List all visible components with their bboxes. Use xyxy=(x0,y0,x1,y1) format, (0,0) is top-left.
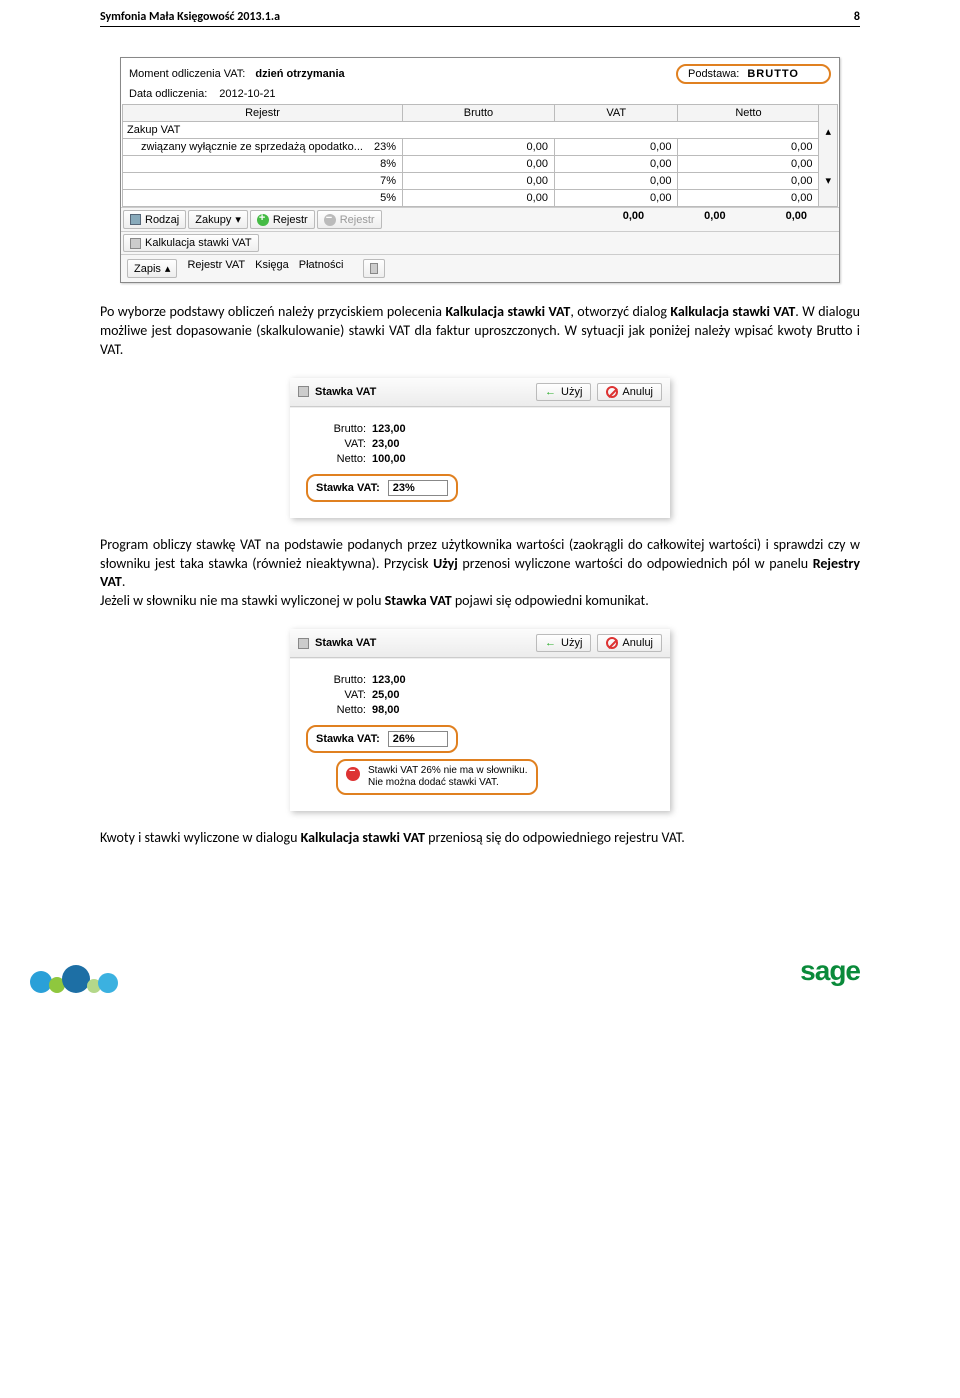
cell[interactable]: 0,00 xyxy=(678,190,819,207)
rate: 8% xyxy=(123,156,403,173)
podstawa-label: Podstawa: xyxy=(688,68,739,80)
decorative-bubbles xyxy=(30,965,112,997)
paragraph-2: Program obliczy stawkę VAT na podstawie … xyxy=(100,536,860,612)
netto-label: Netto: xyxy=(306,453,366,465)
col-vat: VAT xyxy=(554,105,677,122)
footer: sage xyxy=(0,942,960,992)
brutto-label: Brutto: xyxy=(306,674,366,686)
use-button[interactable]: Użyj xyxy=(536,634,591,652)
dialog-title: Stawka VAT xyxy=(315,637,530,649)
use-button[interactable]: Użyj xyxy=(536,383,591,401)
rate-highlight: Stawka VAT: 23% xyxy=(306,474,458,502)
data-value: 2012-10-21 xyxy=(219,88,275,100)
warn-line1: Stawki VAT 26% nie ma w słowniku. xyxy=(368,765,528,776)
calculator-icon xyxy=(298,638,309,649)
cell[interactable]: 0,00 xyxy=(554,190,677,207)
tab-platnosci[interactable]: Płatności xyxy=(299,259,344,278)
total-netto: 0,00 xyxy=(786,210,807,229)
cell[interactable]: 0,00 xyxy=(554,173,677,190)
cell[interactable]: 0,00 xyxy=(403,156,555,173)
warning-box: Stawki VAT 26% nie ma w słowniku. Nie mo… xyxy=(336,759,538,795)
rate-input[interactable]: 23% xyxy=(388,480,448,496)
podstawa-highlight: Podstawa: BRUTTO xyxy=(676,64,831,84)
cell[interactable]: 0,00 xyxy=(678,139,819,156)
podstawa-value: BRUTTO xyxy=(747,68,799,80)
vat-label: VAT: xyxy=(306,689,366,701)
del-rejestr-button[interactable]: Rejestr xyxy=(317,210,382,229)
cell[interactable]: 0,00 xyxy=(678,173,819,190)
doc-title: Symfonia Mała Księgowość 2013.1.a xyxy=(100,10,280,24)
sage-logo: sage xyxy=(800,955,860,987)
paragraph-3: Kwoty i stawki wyliczone w dialogu Kalku… xyxy=(100,829,860,848)
scrollbar[interactable]: ▴▾ xyxy=(819,105,838,207)
cancel-button[interactable]: Anuluj xyxy=(597,634,662,652)
paragraph-1: Po wyborze podstawy obliczeń należy przy… xyxy=(100,303,860,360)
cell[interactable]: 0,00 xyxy=(403,139,555,156)
cell[interactable]: 0,00 xyxy=(554,139,677,156)
grid-icon xyxy=(370,263,378,274)
rodzaj-button[interactable]: Rodzaj xyxy=(123,210,186,229)
cancel-button[interactable]: Anuluj xyxy=(597,383,662,401)
netto-label: Netto: xyxy=(306,704,366,716)
page-number: 8 xyxy=(854,10,860,24)
minus-icon xyxy=(324,214,336,226)
error-icon xyxy=(346,767,360,781)
warn-line2: Nie można dodać stawki VAT. xyxy=(368,777,499,788)
rate-highlight: Stawka VAT: 26% xyxy=(306,725,458,753)
data-label: Data odliczenia: xyxy=(129,88,207,100)
group-header: Zakup VAT xyxy=(123,122,819,139)
col-netto: Netto xyxy=(678,105,819,122)
vat-value[interactable]: 23,00 xyxy=(372,438,400,450)
cell[interactable]: 0,00 xyxy=(554,156,677,173)
rate-label: Stawka VAT: xyxy=(316,482,380,494)
total-vat: 0,00 xyxy=(704,210,725,229)
tab-rejestr-vat[interactable]: Rejestr VAT xyxy=(187,259,245,278)
col-rejestr: Rejestr xyxy=(123,105,403,122)
stawka-vat-dialog-2: Stawka VAT Użyj Anuluj Brutto: 123,00 VAT… xyxy=(290,629,670,811)
rate: 7% xyxy=(123,173,403,190)
netto-value[interactable]: 100,00 xyxy=(372,453,406,465)
vat-value[interactable]: 25,00 xyxy=(372,689,400,701)
list-icon xyxy=(130,214,141,225)
cell[interactable]: 0,00 xyxy=(403,190,555,207)
calculator-icon xyxy=(298,386,309,397)
vat-registry-panel: Moment odliczenia VAT: dzień otrzymania … xyxy=(120,57,840,283)
vat-label: VAT: xyxy=(306,438,366,450)
tab-ksiega[interactable]: Księga xyxy=(255,259,289,278)
dialog-title: Stawka VAT xyxy=(315,386,530,398)
moment-value: dzień otrzymania xyxy=(255,68,344,80)
brutto-label: Brutto: xyxy=(306,423,366,435)
moment-label: Moment odliczenia VAT: xyxy=(129,68,245,80)
cell[interactable]: 0,00 xyxy=(403,173,555,190)
calculator-icon xyxy=(130,238,141,249)
plus-icon xyxy=(257,214,269,226)
vat-table: Rejestr Brutto VAT Netto ▴▾ Zakup VAT zw… xyxy=(122,104,838,207)
extra-button[interactable] xyxy=(363,259,385,278)
arrow-left-icon xyxy=(545,386,557,398)
cell[interactable]: 0,00 xyxy=(678,156,819,173)
total-brutto: 0,00 xyxy=(623,210,644,229)
tab-zapis[interactable]: Zapis ▴ xyxy=(127,259,177,278)
rate: 5% xyxy=(123,190,403,207)
cancel-icon xyxy=(606,637,618,649)
arrow-left-icon xyxy=(545,637,557,649)
netto-value[interactable]: 98,00 xyxy=(372,704,400,716)
kalkulacja-button[interactable]: Kalkulacja stawki VAT xyxy=(123,234,259,252)
brutto-value[interactable]: 123,00 xyxy=(372,674,406,686)
zakupy-button[interactable]: Zakupy ▾ xyxy=(188,210,248,229)
add-rejestr-button[interactable]: Rejestr xyxy=(250,210,315,229)
group-sub: związany wyłącznie ze sprzedażą opodatko… xyxy=(123,139,403,156)
col-brutto: Brutto xyxy=(403,105,555,122)
stawka-vat-dialog-1: Stawka VAT Użyj Anuluj Brutto: 123,00 VAT… xyxy=(290,378,670,518)
cancel-icon xyxy=(606,386,618,398)
rate-label: Stawka VAT: xyxy=(316,733,380,745)
rate-input[interactable]: 26% xyxy=(388,731,448,747)
brutto-value[interactable]: 123,00 xyxy=(372,423,406,435)
